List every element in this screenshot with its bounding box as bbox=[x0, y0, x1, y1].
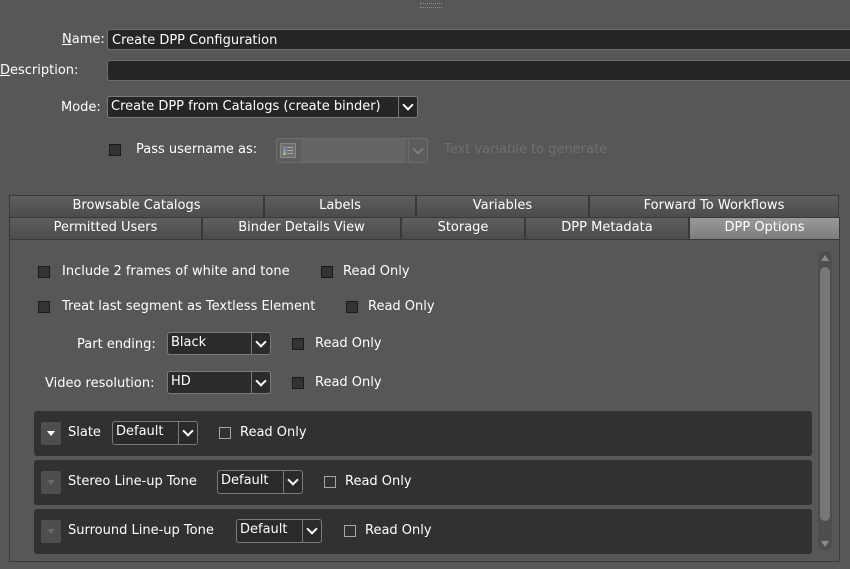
pass-username-checkbox[interactable] bbox=[109, 144, 121, 156]
part-ending-label: Part ending: bbox=[77, 337, 156, 352]
name-label: Name: bbox=[62, 32, 105, 47]
pass-username-label: Pass username as: bbox=[136, 142, 258, 157]
variable-icon bbox=[280, 143, 296, 158]
tab-forward-to-workflows[interactable]: Forward To Workflows bbox=[589, 195, 839, 217]
include-frames-readonly-label: Read Only bbox=[343, 264, 410, 279]
stereo-lineup-value: Default bbox=[221, 473, 269, 488]
stereo-lineup-label: Stereo Line-up Tone bbox=[68, 474, 197, 489]
scroll-down-icon[interactable] bbox=[821, 541, 829, 547]
surround-lineup-readonly-checkbox[interactable] bbox=[344, 525, 356, 537]
slate-readonly-label: Read Only bbox=[240, 425, 307, 440]
tab-labels[interactable]: Labels bbox=[264, 195, 416, 217]
include-frames-label: Include 2 frames of white and tone bbox=[62, 264, 290, 279]
treat-last-readonly-checkbox[interactable] bbox=[346, 301, 358, 313]
chevron-down-icon bbox=[302, 520, 321, 542]
stereo-lineup-select[interactable]: Default bbox=[217, 470, 303, 494]
tab-browsable-catalogs[interactable]: Browsable Catalogs bbox=[9, 195, 264, 217]
video-resolution-select[interactable]: HD bbox=[167, 371, 271, 394]
pass-username-select[interactable] bbox=[276, 138, 428, 163]
tab-dpp-options[interactable]: DPP Options bbox=[689, 217, 840, 239]
part-ending-readonly-checkbox[interactable] bbox=[292, 338, 304, 350]
video-resolution-value: HD bbox=[171, 374, 191, 389]
treat-last-label: Treat last segment as Textless Element bbox=[62, 299, 316, 314]
surround-lineup-value: Default bbox=[240, 522, 288, 537]
mode-label: Mode: bbox=[61, 100, 101, 115]
stereo-lineup-readonly-checkbox[interactable] bbox=[324, 476, 336, 488]
pass-username-value bbox=[301, 139, 405, 162]
part-ending-value: Black bbox=[171, 335, 207, 350]
description-field[interactable] bbox=[107, 60, 850, 81]
slate-value: Default bbox=[116, 424, 164, 439]
part-ending-readonly-label: Read Only bbox=[315, 336, 382, 351]
surround-lineup-select[interactable]: Default bbox=[236, 519, 322, 543]
chevron-down-icon bbox=[251, 333, 270, 354]
slate-section: Slate Default Read Only bbox=[34, 411, 812, 456]
tab-variables[interactable]: Variables bbox=[416, 195, 589, 217]
expand-toggle-icon[interactable] bbox=[41, 520, 61, 543]
chevron-down-icon bbox=[283, 471, 302, 493]
slate-select[interactable]: Default bbox=[112, 421, 198, 445]
video-resolution-readonly-label: Read Only bbox=[315, 375, 382, 390]
scroll-up-icon[interactable] bbox=[821, 255, 829, 261]
video-resolution-readonly-checkbox[interactable] bbox=[292, 377, 304, 389]
name-field[interactable]: Create DPP Configuration bbox=[107, 29, 850, 50]
video-resolution-label: Video resolution: bbox=[45, 376, 155, 391]
part-ending-select[interactable]: Black bbox=[167, 332, 271, 355]
chevron-down-icon bbox=[251, 372, 270, 393]
slate-label: Slate bbox=[68, 425, 101, 440]
include-frames-readonly-checkbox[interactable] bbox=[321, 266, 333, 278]
stereo-lineup-readonly-label: Read Only bbox=[345, 474, 412, 489]
tab-dpp-metadata[interactable]: DPP Metadata bbox=[525, 217, 689, 239]
chevron-down-icon bbox=[408, 139, 427, 162]
tab-row-top: Browsable Catalogs Labels Variables Forw… bbox=[9, 195, 839, 217]
text-variable-hint: Text variable to generate bbox=[444, 142, 608, 157]
treat-last-readonly-label: Read Only bbox=[368, 299, 435, 314]
description-label: Description: bbox=[0, 63, 79, 78]
tab-permitted-users[interactable]: Permitted Users bbox=[9, 217, 202, 239]
vertical-scrollbar[interactable] bbox=[818, 251, 832, 551]
mode-value: Create DPP from Catalogs (create binder) bbox=[111, 99, 381, 114]
mode-select[interactable]: Create DPP from Catalogs (create binder) bbox=[107, 96, 418, 118]
tab-binder-details-view[interactable]: Binder Details View bbox=[202, 217, 401, 239]
include-frames-checkbox[interactable] bbox=[38, 266, 50, 278]
surround-lineup-label: Surround Line-up Tone bbox=[68, 523, 214, 538]
slate-readonly-checkbox[interactable] bbox=[219, 427, 231, 439]
surround-lineup-section: Surround Line-up Tone Default Read Only bbox=[34, 509, 812, 554]
chevron-down-icon bbox=[398, 97, 417, 117]
surround-lineup-readonly-label: Read Only bbox=[365, 523, 432, 538]
stereo-lineup-section: Stereo Line-up Tone Default Read Only bbox=[34, 460, 812, 505]
scroll-thumb[interactable] bbox=[820, 267, 830, 521]
resize-grip[interactable] bbox=[420, 3, 442, 8]
treat-last-checkbox[interactable] bbox=[38, 301, 50, 313]
expand-toggle-icon[interactable] bbox=[41, 422, 61, 445]
expand-toggle-icon[interactable] bbox=[41, 471, 61, 494]
chevron-down-icon bbox=[178, 422, 197, 444]
tab-row-bottom: Permitted Users Binder Details View Stor… bbox=[9, 217, 840, 239]
tab-storage[interactable]: Storage bbox=[401, 217, 525, 239]
